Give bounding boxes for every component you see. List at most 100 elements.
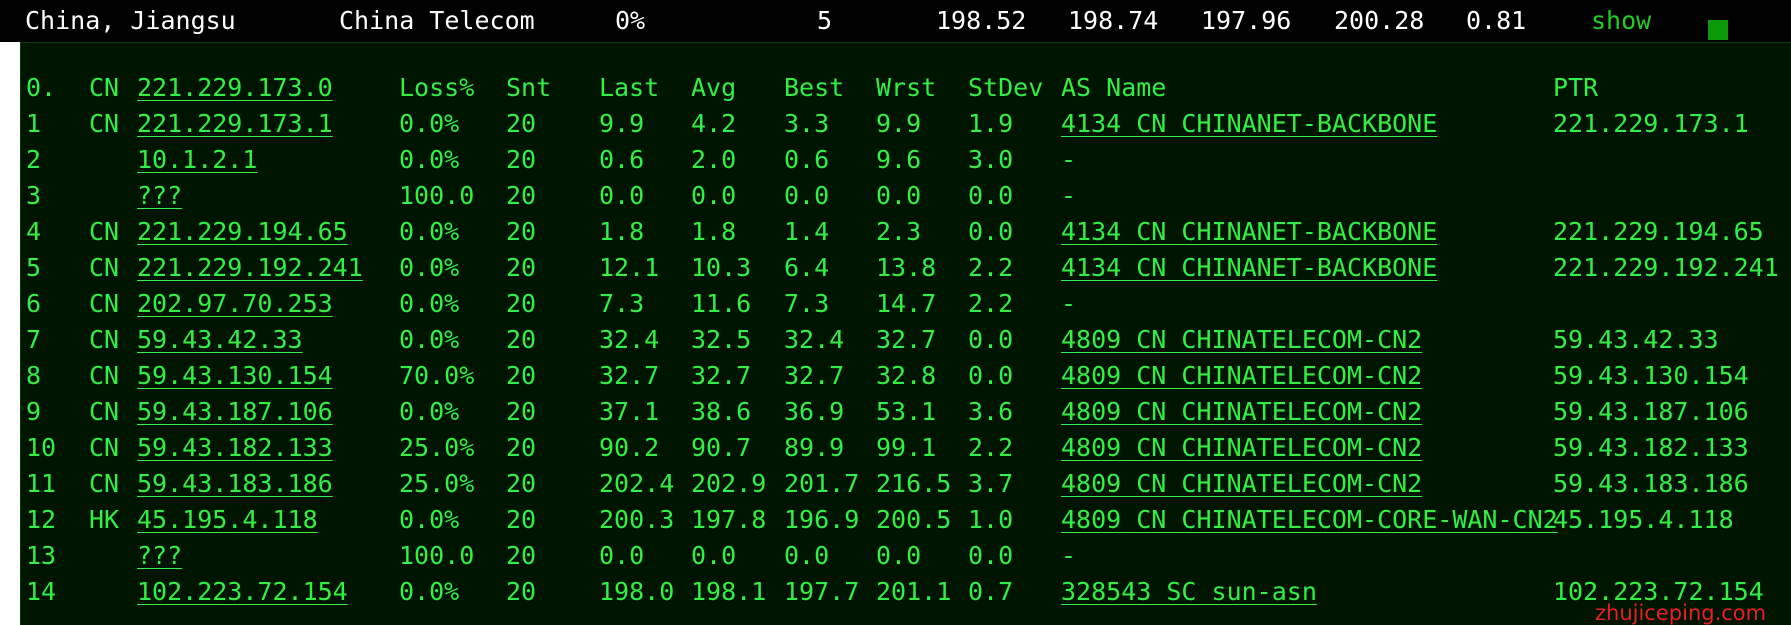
best-value: 1.4 (784, 217, 830, 246)
as-name: - (1061, 541, 1077, 570)
host-link[interactable]: 59.43.182.133 (137, 433, 333, 462)
avg-value: 198.1 (691, 577, 767, 606)
host-link[interactable]: 221.229.192.241 (137, 253, 363, 282)
summary-isp: China Telecom (339, 6, 535, 35)
best-value: 201.7 (784, 469, 860, 498)
last-value: 200.3 (599, 505, 675, 534)
as-name[interactable]: 4809 CN CHINATELECOM-CN2 (1061, 325, 1422, 354)
loss-value: 0.0% (399, 109, 460, 138)
avg-value: 4.2 (691, 109, 737, 138)
host-link[interactable]: 102.223.72.154 (137, 577, 348, 606)
stdev-value: 1.9 (968, 109, 1014, 138)
sent-value: 20 (506, 577, 537, 606)
host-link[interactable]: 221.229.194.65 (137, 217, 348, 246)
host-link[interactable]: 10.1.2.1 (137, 145, 257, 174)
stdev-value: 3.7 (968, 469, 1014, 498)
best-value: 36.9 (784, 397, 845, 426)
stdev-value: 3.0 (968, 145, 1014, 174)
as-name[interactable]: 4134 CN CHINANET-BACKBONE (1061, 253, 1437, 282)
loss-value: 100.0 (399, 181, 475, 210)
summary-location: China, Jiangsu (25, 6, 236, 35)
watermark: zhujiceping.com (1595, 601, 1767, 625)
summary-row: China, Jiangsu China Telecom 0% 5 198.52… (0, 0, 1791, 42)
hop-number: 10 (26, 433, 57, 462)
summary-worst: 200.28 (1334, 6, 1425, 35)
host-link[interactable]: 59.43.42.33 (137, 325, 303, 354)
last-value: 202.4 (599, 469, 675, 498)
as-name[interactable]: 4809 CN CHINATELECOM-CN2 (1061, 469, 1422, 498)
as-name: - (1061, 181, 1077, 210)
hop-number: 12 (26, 505, 57, 534)
last-value: 9.9 (599, 109, 645, 138)
best-value: 32.7 (784, 361, 845, 390)
worst-value: 9.6 (876, 145, 922, 174)
as-name[interactable]: 4809 CN CHINATELECOM-CORE-WAN-CN2 (1061, 505, 1558, 534)
summary-sent: 5 (817, 6, 833, 35)
host-link[interactable]: 59.43.183.186 (137, 469, 333, 498)
last-value: 37.1 (599, 397, 660, 426)
header-last: Last (599, 73, 660, 102)
mtr-terminal: 0. CN 221.229.173.0 Loss% Snt Last Avg B… (20, 42, 1791, 625)
last-value: 7.3 (599, 289, 645, 318)
header-country: CN (89, 73, 120, 102)
hop-number: 14 (26, 577, 57, 606)
as-name[interactable]: 4809 CN CHINATELECOM-CN2 (1061, 361, 1422, 390)
as-name[interactable]: 4809 CN CHINATELECOM-CN2 (1061, 433, 1422, 462)
ptr-value: 221.229.192.241 (1553, 253, 1779, 282)
hop-number: 7 (26, 325, 42, 354)
show-link[interactable]: show (1591, 6, 1651, 35)
as-name[interactable]: 4809 CN CHINATELECOM-CN2 (1061, 397, 1422, 426)
as-name[interactable]: 4134 CN CHINANET-BACKBONE (1061, 217, 1437, 246)
as-name[interactable]: 328543 SC sun-asn (1061, 577, 1317, 606)
host-link[interactable]: 45.195.4.118 (137, 505, 318, 534)
avg-value: 0.0 (691, 181, 737, 210)
best-value: 3.3 (784, 109, 830, 138)
country-code: CN (89, 109, 120, 138)
last-value: 0.6 (599, 145, 645, 174)
ptr-value: 59.43.42.33 (1553, 325, 1719, 354)
loss-value: 70.0% (399, 361, 475, 390)
worst-value: 2.3 (876, 217, 922, 246)
as-name: - (1061, 145, 1077, 174)
host-link[interactable]: 202.97.70.253 (137, 289, 333, 318)
worst-value: 9.9 (876, 109, 922, 138)
avg-value: 0.0 (691, 541, 737, 570)
sent-value: 20 (506, 541, 537, 570)
stdev-value: 0.0 (968, 217, 1014, 246)
sent-value: 20 (506, 217, 537, 246)
best-value: 7.3 (784, 289, 830, 318)
best-value: 0.0 (784, 181, 830, 210)
ptr-value: 59.43.183.186 (1553, 469, 1749, 498)
country-code: CN (89, 361, 120, 390)
host-link[interactable]: 59.43.130.154 (137, 361, 333, 390)
best-value: 89.9 (784, 433, 845, 462)
host-link[interactable]: ??? (137, 541, 182, 570)
host-link[interactable]: 59.43.187.106 (137, 397, 333, 426)
sent-value: 20 (506, 145, 537, 174)
loss-value: 0.0% (399, 145, 460, 174)
hop-number: 2 (26, 145, 42, 174)
stdev-value: 0.0 (968, 361, 1014, 390)
summary-avg: 198.74 (1068, 6, 1159, 35)
header-host-link[interactable]: 221.229.173.0 (137, 73, 333, 102)
last-value: 0.0 (599, 541, 645, 570)
stdev-value: 0.7 (968, 577, 1014, 606)
worst-value: 53.1 (876, 397, 937, 426)
ptr-value: 59.43.187.106 (1553, 397, 1749, 426)
sent-value: 20 (506, 181, 537, 210)
host-link[interactable]: ??? (137, 181, 182, 210)
status-indicator (1708, 20, 1728, 40)
worst-value: 0.0 (876, 181, 922, 210)
hop-number: 6 (26, 289, 42, 318)
ptr-value: 45.195.4.118 (1553, 505, 1734, 534)
stdev-value: 0.0 (968, 541, 1014, 570)
summary-last: 198.52 (936, 6, 1027, 35)
host-link[interactable]: 221.229.173.1 (137, 109, 333, 138)
stdev-value: 3.6 (968, 397, 1014, 426)
as-name[interactable]: 4134 CN CHINANET-BACKBONE (1061, 109, 1437, 138)
sent-value: 20 (506, 253, 537, 282)
stdev-value: 2.2 (968, 289, 1014, 318)
summary-best: 197.96 (1201, 6, 1292, 35)
worst-value: 14.7 (876, 289, 937, 318)
avg-value: 1.8 (691, 217, 737, 246)
